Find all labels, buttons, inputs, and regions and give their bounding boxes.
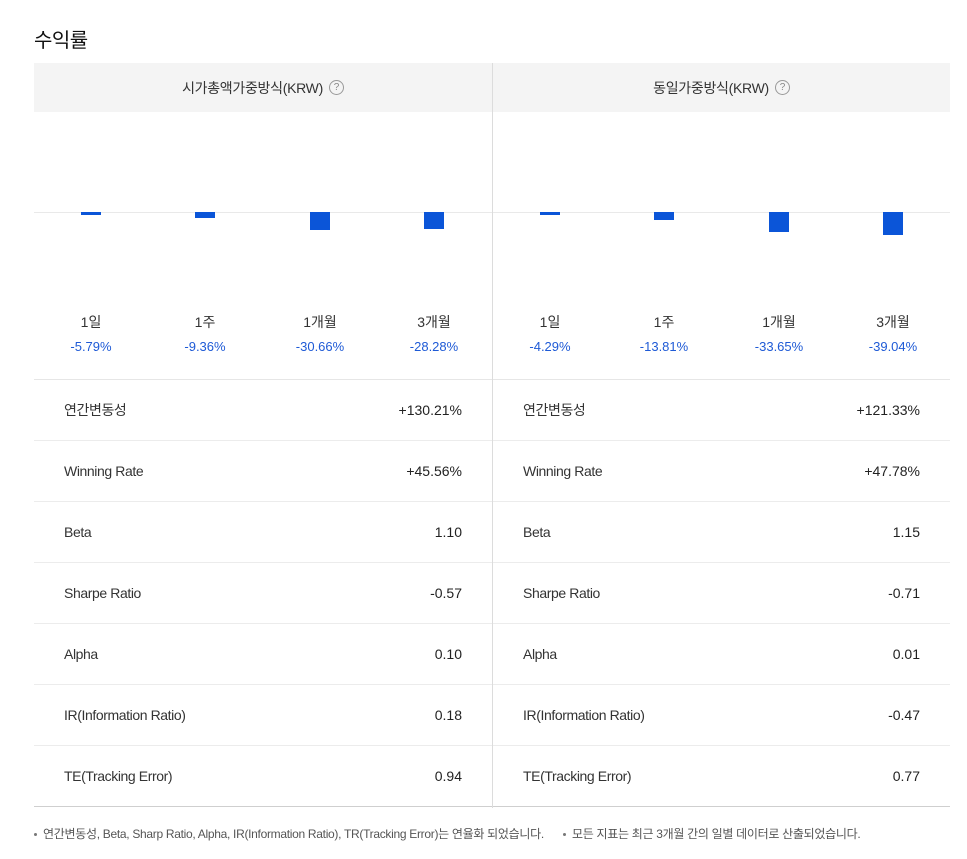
stat-row: IR(Information Ratio) 0.18 xyxy=(34,685,492,746)
return-bar xyxy=(81,212,101,216)
stat-label: Winning Rate xyxy=(523,463,603,479)
return-value: -5.79% xyxy=(70,339,112,354)
return-bar xyxy=(540,212,560,215)
stat-row: TE(Tracking Error) 0.77 xyxy=(493,746,950,807)
stat-value: +45.56% xyxy=(406,463,462,479)
bullet-icon xyxy=(34,833,37,837)
return-bar xyxy=(310,212,330,231)
returns-panels: 시가총액가중방식(KRW) ? 1일 -5.79% 1주 -9.36% 1개월 -30.6… xyxy=(34,63,950,808)
returns-chart: 1일 -4.29% 1주 -13.81% 1개월 -33.65% 3개월 -39.04% xyxy=(493,112,950,380)
return-bar xyxy=(769,212,789,233)
footnote-item: 모든 지표는 최근 3개월 간의 일별 데이터로 산출되었습니다. xyxy=(562,827,861,841)
stat-row: 연간변동성 +130.21% xyxy=(34,380,492,441)
return-value: -30.66% xyxy=(295,339,345,354)
zero-baseline xyxy=(493,212,950,213)
panel-header: 시가총액가중방식(KRW) ? xyxy=(34,63,492,112)
stat-label: Beta xyxy=(64,524,92,540)
period-label: 3개월 xyxy=(876,314,910,330)
stat-value: 0.77 xyxy=(892,768,920,784)
stat-value: 0.10 xyxy=(434,646,462,662)
period-label: 1주 xyxy=(194,314,216,330)
stat-row: Alpha 0.10 xyxy=(34,624,492,685)
return-value: -39.04% xyxy=(868,339,918,354)
stat-value: 0.18 xyxy=(434,707,462,723)
stat-row: IR(Information Ratio) -0.47 xyxy=(493,685,950,746)
period-label: 1개월 xyxy=(303,314,337,330)
stat-value: +47.78% xyxy=(864,463,920,479)
stat-row: TE(Tracking Error) 0.94 xyxy=(34,746,492,807)
stat-row: Beta 1.10 xyxy=(34,502,492,563)
return-value: -13.81% xyxy=(639,339,689,354)
stat-label: Alpha xyxy=(523,646,557,662)
stat-label: IR(Information Ratio) xyxy=(64,707,186,723)
period-label: 1주 xyxy=(653,314,675,330)
stat-value: -0.57 xyxy=(430,585,462,601)
period-label: 1일 xyxy=(80,314,102,330)
return-bar xyxy=(654,212,674,221)
stat-value: -0.47 xyxy=(888,707,920,723)
return-value: -28.28% xyxy=(409,339,459,354)
stat-row: Sharpe Ratio -0.71 xyxy=(493,563,950,624)
question-circle-icon[interactable]: ? xyxy=(774,80,790,95)
stat-row: Beta 1.15 xyxy=(493,502,950,563)
stats-table: 연간변동성 +121.33% Winning Rate +47.78% Beta 1.15… xyxy=(493,380,950,807)
stat-label: 연간변동성 xyxy=(523,402,586,418)
stat-value: -0.71 xyxy=(888,585,920,601)
footnote-item: 연간변동성, Beta, Sharp Ratio, Alpha, IR(Info… xyxy=(34,827,544,841)
stat-row: Alpha 0.01 xyxy=(493,624,950,685)
stat-value: +121.33% xyxy=(856,402,920,418)
stat-row: Winning Rate +47.78% xyxy=(493,441,950,502)
returns-chart: 1일 -5.79% 1주 -9.36% 1개월 -30.66% 3개월 -28.28% xyxy=(34,112,492,380)
stat-value: 0.01 xyxy=(892,646,920,662)
section-title: 수익률 xyxy=(34,30,88,52)
panel-title: 동일가중방식(KRW) xyxy=(653,79,769,96)
question-circle-icon[interactable]: ? xyxy=(328,80,344,95)
return-bar xyxy=(883,212,903,236)
return-bar xyxy=(195,212,215,218)
stat-row: Winning Rate +45.56% xyxy=(34,441,492,502)
panel-equal-weighted: 동일가중방식(KRW) ? 1일 -4.29% 1주 -13.81% 1개월 -33.65… xyxy=(492,63,950,808)
stat-value: 1.10 xyxy=(434,524,462,540)
stat-label: Sharpe Ratio xyxy=(64,585,141,601)
stat-row: Sharpe Ratio -0.57 xyxy=(34,563,492,624)
stat-value: 0.94 xyxy=(434,768,462,784)
panel-header: 동일가중방식(KRW) ? xyxy=(493,63,950,112)
panel-title: 시가총액가중방식(KRW) xyxy=(182,79,323,96)
return-value: -33.65% xyxy=(754,339,804,354)
stat-label: Alpha xyxy=(64,646,98,662)
stat-value: 1.15 xyxy=(892,524,920,540)
stat-value: +130.21% xyxy=(398,402,462,418)
period-label: 1일 xyxy=(539,314,561,330)
footnote-text: 연간변동성, Beta, Sharp Ratio, Alpha, IR(Info… xyxy=(43,827,544,841)
stat-label: IR(Information Ratio) xyxy=(523,707,645,723)
stat-label: Beta xyxy=(523,524,551,540)
panel-market-cap-weighted: 시가총액가중방식(KRW) ? 1일 -5.79% 1주 -9.36% 1개월 -30.6… xyxy=(34,63,492,808)
return-value: -9.36% xyxy=(184,339,226,354)
return-bar xyxy=(424,212,444,229)
stat-label: TE(Tracking Error) xyxy=(64,768,173,784)
bullet-icon xyxy=(562,833,566,837)
stat-label: 연간변동성 xyxy=(64,402,127,418)
stat-label: Sharpe Ratio xyxy=(523,585,600,601)
stats-table: 연간변동성 +130.21% Winning Rate +45.56% Beta 1.10… xyxy=(34,380,492,807)
stat-row: 연간변동성 +121.33% xyxy=(493,380,950,441)
return-value: -4.29% xyxy=(529,339,571,354)
footnote-text: 모든 지표는 최근 3개월 간의 일별 데이터로 산출되었습니다. xyxy=(571,827,861,841)
stat-label: Winning Rate xyxy=(64,463,144,479)
footnotes: 연간변동성, Beta, Sharp Ratio, Alpha, IR(Info… xyxy=(34,825,876,842)
period-label: 3개월 xyxy=(417,314,451,330)
period-label: 1개월 xyxy=(762,314,796,330)
stat-label: TE(Tracking Error) xyxy=(523,768,632,784)
